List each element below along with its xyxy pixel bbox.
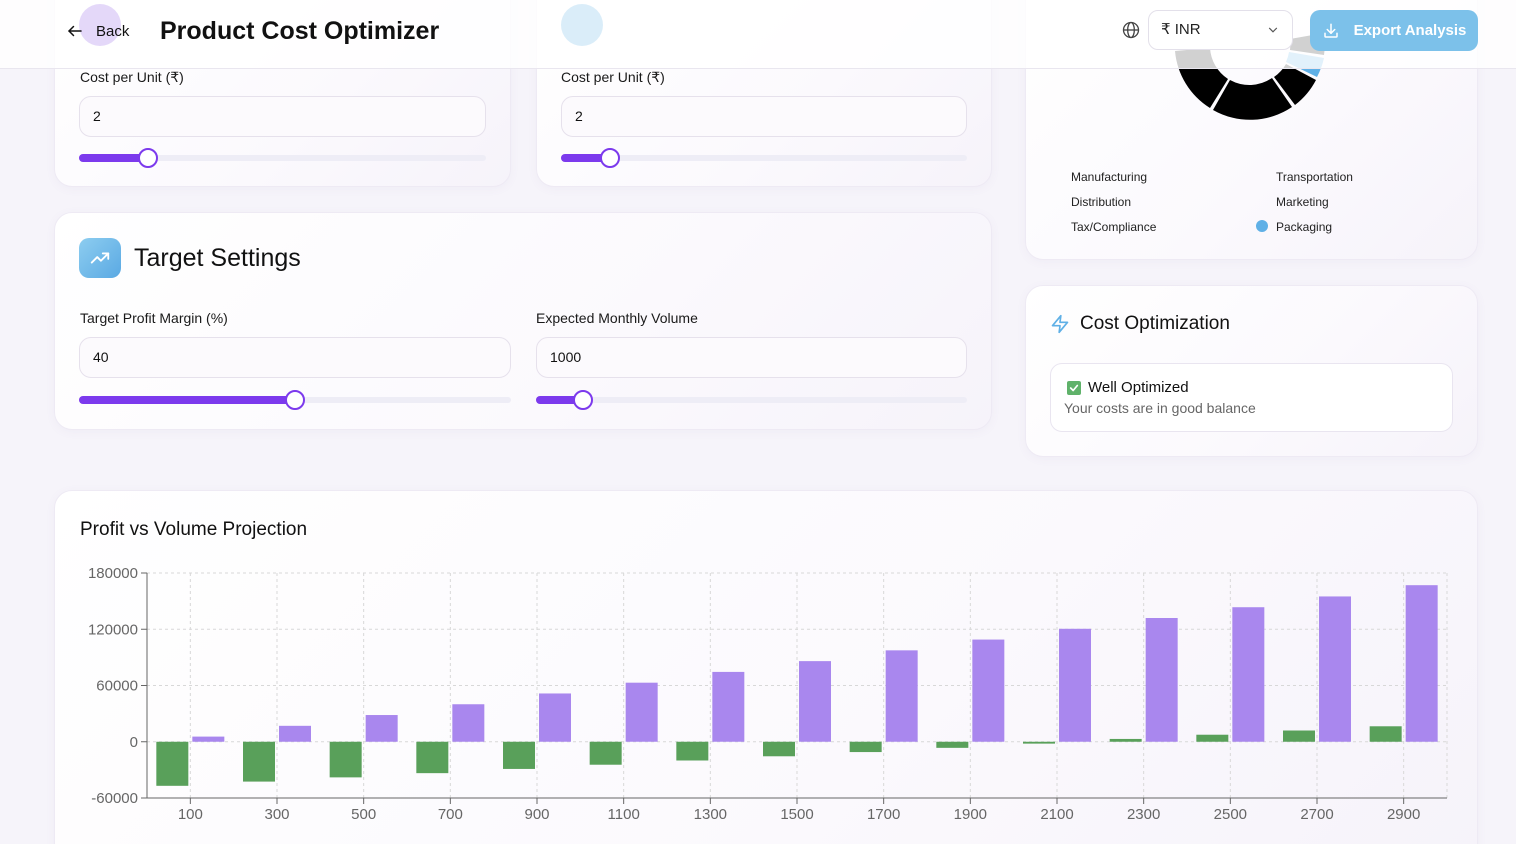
chart-bar-series-2 — [1059, 628, 1091, 742]
check-icon — [1067, 381, 1081, 395]
x-tick-label: 2100 — [1040, 806, 1073, 823]
export-analysis-button[interactable]: Export Analysis — [1310, 10, 1478, 51]
currency-select[interactable]: ₹ INR — [1148, 10, 1293, 50]
x-tick-label: 1300 — [694, 806, 727, 823]
legend-dot-packaging — [1256, 220, 1268, 232]
chart-bar-series-2 — [452, 704, 485, 742]
chart-bar-series-2 — [279, 725, 311, 742]
optimization-status-text: Your costs are in good balance — [1064, 400, 1256, 416]
x-tick-label: 2700 — [1300, 806, 1333, 823]
top-header: Back Product Cost Optimizer ₹ INR Export… — [0, 0, 1516, 69]
y-tick-label: 180000 — [88, 565, 138, 582]
chart-bar-series-1 — [416, 741, 449, 774]
chart-bar-series-1 — [156, 741, 189, 786]
profit-margin-label: Target Profit Margin (%) — [80, 310, 228, 326]
chart-bar-series-1 — [1023, 741, 1055, 744]
cost-optimization-title: Cost Optimization — [1080, 313, 1230, 334]
slider-fill — [79, 396, 295, 404]
chevron-down-icon — [1268, 27, 1278, 33]
chart-bar-series-2 — [885, 650, 918, 742]
chart-bar-series-2 — [712, 671, 745, 742]
chart-bar-series-2 — [972, 639, 1005, 742]
x-tick-label: 2900 — [1387, 806, 1420, 823]
back-button[interactable]: Back — [66, 20, 129, 42]
x-tick-label: 900 — [524, 806, 549, 823]
chart-bar-series-2 — [1145, 618, 1178, 742]
slider-thumb[interactable] — [599, 148, 620, 168]
chart-bar-series-2 — [1232, 607, 1265, 742]
y-tick-label: 0 — [130, 734, 138, 751]
chart-bar-series-2 — [625, 682, 658, 742]
x-tick-label: 1500 — [780, 806, 813, 823]
x-tick-label: 500 — [351, 806, 376, 823]
x-tick-label: 2300 — [1127, 806, 1160, 823]
y-tick-label: -60000 — [91, 790, 138, 807]
chart-title: Profit vs Volume Projection — [80, 519, 308, 540]
legend-item-packaging: Packaging — [1276, 220, 1333, 234]
chart-bar-series-2 — [1405, 585, 1438, 742]
chart-bar-series-2 — [539, 693, 571, 742]
chart-bar-series-1 — [1196, 734, 1229, 742]
cost-input-1[interactable]: 2 — [79, 96, 486, 137]
legend-item-distribution: Distribution — [1071, 195, 1132, 209]
profit-volume-chart: 180000 120000 60000 0 -60000 100 300 500 700 900 1… — [88, 565, 1448, 823]
legend-item-manufacturing: Manufacturing — [1071, 170, 1148, 184]
x-tick-label: 1900 — [954, 806, 987, 823]
chart-bar-series-1 — [329, 741, 362, 778]
cost-label-1: Cost per Unit (₹) — [80, 69, 184, 85]
legend-item-transportation: Transportation — [1276, 170, 1353, 184]
x-tick-label: 100 — [178, 806, 203, 823]
y-tick-label: 120000 — [88, 621, 138, 638]
cost-label-2: Cost per Unit (₹) — [561, 69, 665, 85]
arrow-left-icon — [68, 25, 82, 37]
slider-track — [561, 155, 967, 161]
x-tick-label: 1100 — [608, 806, 640, 823]
export-label: Export Analysis — [1353, 22, 1467, 39]
x-tick-label: 300 — [264, 806, 289, 823]
chart-bar-series-1 — [1109, 738, 1142, 742]
chart-bar-series-1 — [1283, 730, 1315, 742]
slider-thumb[interactable] — [138, 148, 159, 168]
profit-margin-slider[interactable] — [79, 390, 511, 410]
target-settings-title: Target Settings — [134, 244, 301, 272]
optimization-status-box — [1050, 363, 1453, 432]
chart-bar-series-1 — [676, 741, 709, 761]
chart-bar-series-2 — [1319, 596, 1351, 742]
chart-bar-series-1 — [589, 741, 622, 765]
cost-slider-1[interactable] — [79, 148, 486, 168]
monthly-volume-label: Expected Monthly Volume — [536, 310, 698, 326]
slider-thumb[interactable] — [285, 390, 305, 410]
chart-bar-series-2 — [365, 715, 398, 742]
slider-track — [536, 397, 967, 403]
slider-thumb[interactable] — [573, 390, 594, 410]
ghost-icon — [561, 4, 603, 46]
lightning-icon — [1051, 314, 1069, 334]
trending-up-icon — [79, 238, 121, 278]
download-icon — [1323, 23, 1338, 38]
monthly-volume-input[interactable]: 1000 — [536, 337, 967, 378]
monthly-volume-slider[interactable] — [536, 390, 967, 410]
back-label: Back — [96, 22, 130, 40]
chart-bar-series-2 — [799, 661, 831, 742]
chart-bar-series-1 — [243, 741, 275, 782]
chart-bar-series-1 — [849, 741, 882, 753]
x-tick-label: 700 — [438, 806, 463, 823]
x-tick-label: 1700 — [867, 806, 900, 823]
currency-value: ₹ INR — [1161, 21, 1201, 38]
cost-input-2[interactable]: 2 — [561, 96, 967, 137]
optimization-status-title: Well Optimized — [1088, 379, 1189, 396]
x-tick-label: 2500 — [1214, 806, 1247, 823]
chart-bar-series-1 — [763, 741, 795, 757]
chart-bar-series-1 — [503, 741, 535, 769]
cost-slider-2[interactable] — [561, 148, 967, 168]
chart-bar-series-1 — [1369, 726, 1402, 742]
legend-item-tax-compliance: Tax/Compliance — [1071, 220, 1157, 234]
legend-item-marketing: Marketing — [1276, 195, 1329, 209]
chart-bar-series-1 — [936, 741, 969, 748]
page-title: Product Cost Optimizer — [160, 17, 440, 45]
chart-bar-series-2 — [192, 736, 225, 742]
profit-margin-input[interactable]: 40 — [79, 337, 511, 378]
y-tick-label: 60000 — [96, 678, 138, 695]
globe-icon — [1122, 21, 1140, 39]
